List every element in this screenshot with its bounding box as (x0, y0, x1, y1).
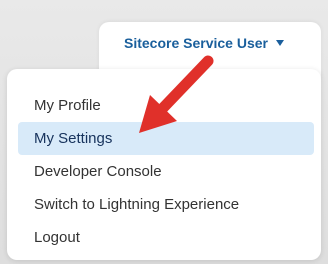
menu-item-switch-to-lightning[interactable]: Switch to Lightning Experience (18, 188, 314, 221)
user-name-label: Sitecore Service User (124, 35, 268, 51)
menu-item-my-profile[interactable]: My Profile (18, 89, 314, 122)
user-dropdown-menu: My Profile My Settings Developer Console… (18, 89, 314, 254)
menu-item-developer-console[interactable]: Developer Console (18, 155, 314, 188)
menu-item-my-settings[interactable]: My Settings (18, 122, 314, 155)
menu-item-logout[interactable]: Logout (18, 221, 314, 254)
user-menu-trigger[interactable]: Sitecore Service User (124, 33, 284, 53)
screenshot-stage: Sitecore Service User My Profile My Sett… (0, 0, 328, 264)
caret-down-icon[interactable] (275, 40, 284, 46)
